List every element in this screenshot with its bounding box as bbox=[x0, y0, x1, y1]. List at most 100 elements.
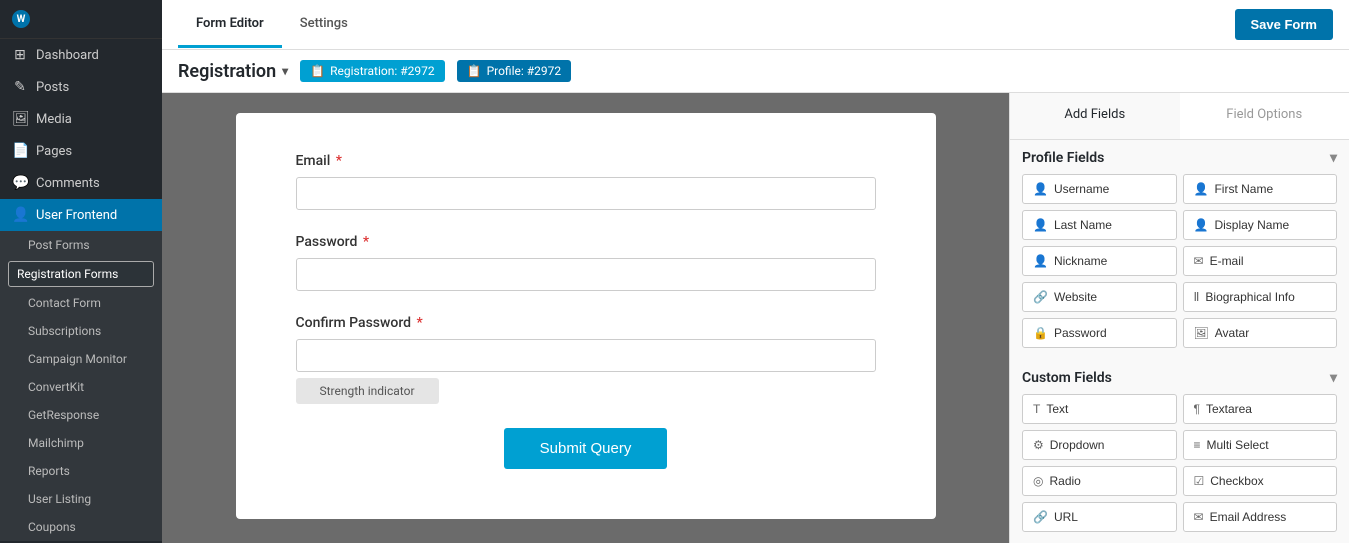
multi-select-icon: ≡ bbox=[1194, 438, 1201, 452]
sidebar-item-coupons[interactable]: Coupons bbox=[0, 513, 162, 541]
right-panel-tabs: Add Fields Field Options bbox=[1010, 93, 1349, 140]
right-tab-add-fields-label: Add Fields bbox=[1064, 107, 1125, 122]
subscriptions-label: Subscriptions bbox=[28, 324, 101, 338]
sidebar: W ⊞ Dashboard ✎ Posts 🖼 Media 📄 Pages 💬 … bbox=[0, 0, 162, 543]
field-btn-biographical-info[interactable]: Ⅱ Biographical Info bbox=[1183, 282, 1338, 312]
tab-settings[interactable]: Settings bbox=[282, 2, 366, 48]
field-btn-checkbox[interactable]: ☑ Checkbox bbox=[1183, 466, 1338, 496]
field-btn-email-address[interactable]: ✉ Email Address bbox=[1183, 502, 1338, 532]
registration-badge-icon: 📋 bbox=[310, 64, 325, 78]
checkbox-icon: ☑ bbox=[1194, 474, 1205, 488]
sidebar-item-label: Pages bbox=[36, 144, 72, 159]
profile-fields-grid: 👤 Username 👤 First Name 👤 Last Name 👤 Di… bbox=[1010, 174, 1349, 360]
sidebar-item-pages[interactable]: 📄 Pages bbox=[0, 135, 162, 167]
form-card: Email * Password * Confirm Password * bbox=[236, 113, 936, 519]
sidebar-item-user-listing[interactable]: User Listing bbox=[0, 485, 162, 513]
field-btn-radio[interactable]: ◎ Radio bbox=[1022, 466, 1177, 496]
field-btn-avatar[interactable]: 🖼 Avatar bbox=[1183, 318, 1338, 348]
sidebar-item-contact-form[interactable]: Contact Form bbox=[0, 289, 162, 317]
posts-icon: ✎ bbox=[12, 79, 28, 95]
contact-form-label: Contact Form bbox=[28, 296, 101, 310]
media-icon: 🖼 bbox=[12, 111, 28, 127]
reports-label: Reports bbox=[28, 464, 70, 478]
sidebar-item-dashboard[interactable]: ⊞ Dashboard bbox=[0, 39, 162, 71]
profile-fields-header: Profile Fields ▾ bbox=[1010, 140, 1349, 174]
sidebar-item-user-frontend[interactable]: 👤 User Frontend bbox=[0, 199, 162, 231]
last-name-icon: 👤 bbox=[1033, 218, 1048, 232]
field-btn-textarea[interactable]: ¶ Textarea bbox=[1183, 394, 1338, 424]
field-btn-username[interactable]: 👤 Username bbox=[1022, 174, 1177, 204]
sidebar-item-getresponse[interactable]: GetResponse bbox=[0, 401, 162, 429]
convertkit-label: ConvertKit bbox=[28, 380, 84, 394]
sidebar-item-campaign-monitor[interactable]: Campaign Monitor bbox=[0, 345, 162, 373]
field-btn-first-name[interactable]: 👤 First Name bbox=[1183, 174, 1338, 204]
username-icon: 👤 bbox=[1033, 182, 1048, 196]
text-icon: T bbox=[1033, 402, 1040, 416]
field-btn-last-name[interactable]: 👤 Last Name bbox=[1022, 210, 1177, 240]
avatar-icon: 🖼 bbox=[1194, 326, 1209, 340]
field-btn-display-name[interactable]: 👤 Display Name bbox=[1183, 210, 1338, 240]
right-tab-add-fields[interactable]: Add Fields bbox=[1010, 93, 1180, 139]
sidebar-item-media[interactable]: 🖼 Media bbox=[0, 103, 162, 135]
password-field-row: Password * bbox=[296, 234, 876, 291]
field-btn-url[interactable]: 🔗 URL bbox=[1022, 502, 1177, 532]
website-icon: 🔗 bbox=[1033, 290, 1048, 304]
profile-badge-icon: 📋 bbox=[467, 64, 482, 78]
sidebar-item-reports[interactable]: Reports bbox=[0, 457, 162, 485]
profile-badge-label: Profile: #2972 bbox=[487, 64, 562, 78]
dashboard-icon: ⊞ bbox=[12, 47, 28, 63]
sidebar-item-convertkit[interactable]: ConvertKit bbox=[0, 373, 162, 401]
topbar: Form Editor Settings Save Form bbox=[162, 0, 1349, 50]
form-title[interactable]: Registration ▾ bbox=[178, 61, 288, 82]
field-btn-website[interactable]: 🔗 Website bbox=[1022, 282, 1177, 312]
confirm-password-required-marker: * bbox=[417, 315, 423, 331]
comments-icon: 💬 bbox=[12, 175, 28, 191]
sidebar-item-mailchimp[interactable]: Mailchimp bbox=[0, 429, 162, 457]
textarea-icon: ¶ bbox=[1194, 402, 1200, 416]
submit-button[interactable]: Submit Query bbox=[504, 428, 668, 469]
mailchimp-label: Mailchimp bbox=[28, 436, 84, 450]
profile-fields-title: Profile Fields bbox=[1022, 150, 1104, 166]
sidebar-submenu: Post Forms Registration Forms Contact Fo… bbox=[0, 231, 162, 541]
content-area: Email * Password * Confirm Password * bbox=[162, 93, 1349, 543]
main-tabs: Form Editor Settings bbox=[178, 2, 366, 48]
confirm-password-label: Confirm Password * bbox=[296, 315, 876, 331]
custom-fields-title: Custom Fields bbox=[1022, 370, 1112, 386]
tab-form-editor-label: Form Editor bbox=[196, 16, 264, 31]
custom-fields-grid: T Text ¶ Textarea ⚙ Dropdown ≡ Multi Sel… bbox=[1010, 394, 1349, 543]
confirm-password-input[interactable] bbox=[296, 339, 876, 372]
email-input[interactable] bbox=[296, 177, 876, 210]
nickname-icon: 👤 bbox=[1033, 254, 1048, 268]
sidebar-item-subscriptions[interactable]: Subscriptions bbox=[0, 317, 162, 345]
registration-forms-label: Registration Forms bbox=[17, 267, 118, 281]
password-input[interactable] bbox=[296, 258, 876, 291]
coupons-label: Coupons bbox=[28, 520, 76, 534]
wp-logo-icon: W bbox=[12, 10, 30, 28]
tab-form-editor[interactable]: Form Editor bbox=[178, 2, 282, 48]
profile-fields-collapse-icon[interactable]: ▾ bbox=[1330, 150, 1337, 166]
chevron-down-icon: ▾ bbox=[282, 64, 288, 78]
sidebar-item-label: Posts bbox=[36, 80, 69, 95]
sidebar-item-post-forms[interactable]: Post Forms bbox=[0, 231, 162, 259]
sidebar-item-registration-forms[interactable]: Registration Forms bbox=[8, 261, 154, 287]
right-tab-field-options[interactable]: Field Options bbox=[1180, 93, 1349, 139]
sidebar-item-label: Media bbox=[36, 112, 72, 127]
field-btn-multi-select[interactable]: ≡ Multi Select bbox=[1183, 430, 1338, 460]
custom-fields-collapse-icon[interactable]: ▾ bbox=[1330, 370, 1337, 386]
password-required-marker: * bbox=[363, 234, 369, 250]
confirm-password-field-row: Confirm Password * Strength indicator bbox=[296, 315, 876, 404]
subheader: Registration ▾ 📋 Registration: #2972 📋 P… bbox=[162, 50, 1349, 93]
registration-badge[interactable]: 📋 Registration: #2972 bbox=[300, 60, 444, 82]
field-btn-nickname[interactable]: 👤 Nickname bbox=[1022, 246, 1177, 276]
profile-badge[interactable]: 📋 Profile: #2972 bbox=[457, 60, 572, 82]
sidebar-item-comments[interactable]: 💬 Comments bbox=[0, 167, 162, 199]
field-btn-password[interactable]: 🔒 Password bbox=[1022, 318, 1177, 348]
sidebar-item-posts[interactable]: ✎ Posts bbox=[0, 71, 162, 103]
save-form-button[interactable]: Save Form bbox=[1235, 9, 1333, 40]
dropdown-icon: ⚙ bbox=[1033, 438, 1044, 452]
email-label: Email * bbox=[296, 153, 876, 169]
field-btn-text[interactable]: T Text bbox=[1022, 394, 1177, 424]
field-btn-dropdown[interactable]: ⚙ Dropdown bbox=[1022, 430, 1177, 460]
field-btn-email[interactable]: ✉ E-mail bbox=[1183, 246, 1338, 276]
campaign-monitor-label: Campaign Monitor bbox=[28, 352, 127, 366]
